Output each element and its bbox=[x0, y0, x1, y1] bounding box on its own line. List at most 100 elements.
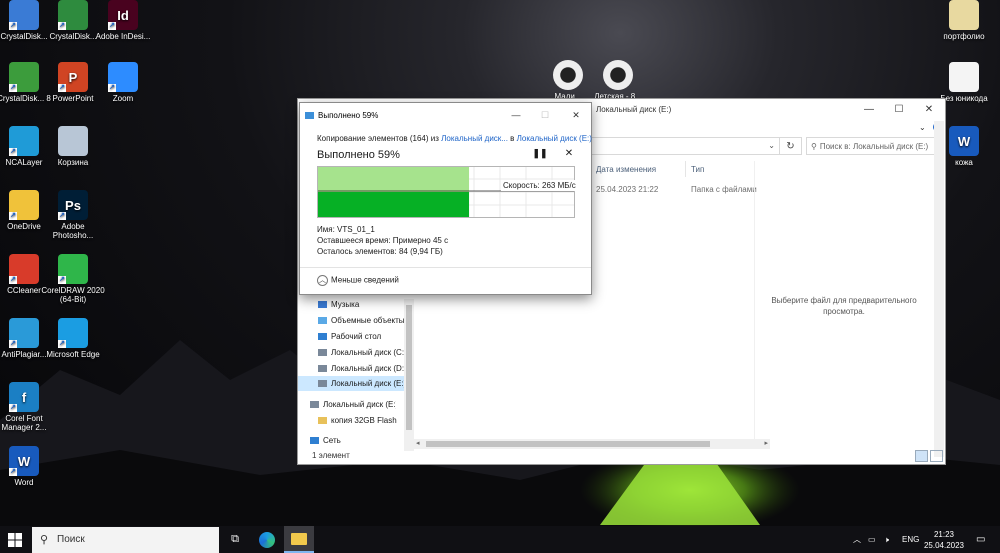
desktop-shortcut[interactable]: ↗ CorelDRAW 2020 (64-Bit) bbox=[41, 254, 105, 304]
spreadsheet-icon: ↗ bbox=[58, 0, 88, 30]
items-remaining-text: Осталось элементов: 84 (9,94 ГБ) bbox=[317, 247, 443, 256]
shortcut-arrow-icon: ↗ bbox=[58, 340, 66, 348]
desktop-shortcut[interactable]: W ↗ Word bbox=[0, 446, 56, 487]
nav-scrollbar[interactable] bbox=[404, 299, 414, 451]
desktop-shortcut-label: Adobe InDesi... bbox=[95, 32, 151, 41]
preview-pane-message: Выберите файл для предварительного просм… bbox=[771, 296, 917, 316]
clock-date: 25.04.2023 bbox=[923, 541, 965, 550]
pause-button[interactable]: ❚❚ bbox=[532, 148, 548, 162]
dialog-close-button[interactable]: ✕ bbox=[565, 107, 587, 123]
desktop-shortcut-label: Zoom bbox=[112, 94, 134, 103]
music-icon bbox=[318, 301, 327, 309]
nav-item[interactable]: Локальный диск (E:) bbox=[298, 376, 404, 391]
dialog-minimize-button[interactable]: — bbox=[505, 107, 527, 123]
desktop-shortcut[interactable]: ↗ Microsoft Edge bbox=[41, 318, 105, 359]
drive-icon bbox=[318, 349, 327, 357]
nav-item[interactable]: Рабочий стол bbox=[298, 329, 404, 344]
dialog-title: Выполнено 59% bbox=[318, 111, 379, 120]
column-separator[interactable] bbox=[685, 161, 686, 177]
onedrive-icon: ↗ bbox=[9, 190, 39, 220]
shortcut-arrow-icon: ↗ bbox=[58, 84, 66, 92]
address-bar[interactable]: ⌄ bbox=[588, 137, 780, 155]
shortcut-arrow-icon: ↗ bbox=[9, 84, 17, 92]
scroll-left-icon[interactable]: ◂ bbox=[416, 439, 420, 447]
desktop-shortcut[interactable]: Корзина bbox=[41, 126, 105, 167]
taskbar-search-placeholder: Поиск bbox=[57, 534, 85, 545]
desktop-shortcut[interactable]: f ↗ Corel Font Manager 2... bbox=[0, 382, 56, 432]
language-indicator[interactable]: ENG bbox=[902, 526, 919, 553]
copy-progress-dialog[interactable]: Выполнено 59% — ☐ ✕ Копирование элементо… bbox=[299, 102, 592, 295]
network-icon bbox=[310, 437, 319, 445]
edge-taskbar-icon[interactable] bbox=[252, 526, 282, 553]
nav-item-label: Локальный диск (C:) bbox=[331, 348, 404, 357]
nav-item-label: Локальный диск (E:) bbox=[331, 379, 404, 388]
desktop-shortcut[interactable]: портфолио bbox=[932, 0, 996, 41]
shortcut-arrow-icon: ↗ bbox=[9, 212, 17, 220]
minimize-button[interactable]: — bbox=[854, 99, 884, 121]
shortcut-arrow-icon: ↗ bbox=[108, 22, 116, 30]
nav-item[interactable]: Объемные объекты bbox=[298, 313, 404, 328]
shortcut-arrow-icon: ↗ bbox=[9, 468, 17, 476]
tray-chevron-icon[interactable]: ︿ bbox=[853, 526, 861, 553]
close-button[interactable]: ✕ bbox=[914, 99, 944, 121]
desktop-shortcut-label: CorelDRAW 2020 (64-Bit) bbox=[41, 286, 105, 304]
ccleaner-icon: ↗ bbox=[9, 254, 39, 284]
dialog-separator bbox=[300, 267, 591, 268]
desktop-shortcut[interactable]: ↗ Zoom bbox=[91, 62, 155, 103]
task-view-icon[interactable]: ⧉ bbox=[220, 526, 250, 553]
search-input[interactable]: ⚲ Поиск в: Локальный диск (E:) bbox=[806, 137, 942, 155]
desktop-shortcut-label: портфолио bbox=[943, 32, 985, 41]
ribbon-expand-icon[interactable]: ⌄ bbox=[919, 123, 926, 132]
zoom-icon: ↗ bbox=[108, 62, 138, 92]
file-name-text: Имя: VTS_01_1 bbox=[317, 225, 375, 234]
file-explorer-taskbar-icon[interactable] bbox=[284, 526, 314, 553]
folder-document-icon bbox=[949, 0, 979, 30]
windows-logo-icon bbox=[8, 532, 22, 547]
system-clock[interactable]: 21:23 25.04.2023 bbox=[922, 529, 966, 551]
refresh-button[interactable]: ↻ bbox=[780, 137, 802, 155]
desktop-shortcut[interactable]: Без юникода bbox=[932, 62, 996, 103]
clock-time: 21:23 bbox=[933, 530, 955, 539]
copy-prefix: Копирование элементов (164) из bbox=[317, 134, 442, 143]
details-view-button[interactable] bbox=[915, 450, 928, 462]
horizontal-scrollbar[interactable]: ◂ ▸ bbox=[414, 439, 770, 449]
preview-scrollbar[interactable] bbox=[934, 121, 944, 457]
desktop-shortcut[interactable]: Id ↗ Adobe InDesi... bbox=[91, 0, 155, 41]
horizontal-scrollbar-thumb[interactable] bbox=[426, 441, 710, 447]
network-icon[interactable]: ▭ bbox=[868, 526, 876, 553]
search-icon: ⚲ bbox=[811, 142, 817, 151]
desktop-shortcut[interactable]: Детская - 8... bbox=[586, 60, 650, 101]
desktop-shortcut-label: Корзина bbox=[57, 158, 89, 167]
speed-graph-svg bbox=[318, 167, 574, 217]
less-details-button[interactable]: ︿ Меньше сведений bbox=[317, 275, 399, 286]
row-date-cell[interactable]: 25.04.2023 21:22 bbox=[596, 185, 658, 194]
nav-item[interactable]: копия 32GB Flash bbox=[298, 413, 404, 428]
scroll-right-icon[interactable]: ▸ bbox=[764, 439, 768, 447]
volume-icon[interactable]: 🕨 bbox=[884, 526, 889, 553]
notifications-icon[interactable]: ▭ bbox=[976, 526, 985, 553]
start-button[interactable] bbox=[0, 526, 30, 553]
large-icons-view-button[interactable] bbox=[930, 450, 943, 462]
desktop-shortcut[interactable]: Ps ↗ Adobe Photosho... bbox=[41, 190, 105, 240]
maximize-button[interactable]: ☐ bbox=[884, 99, 914, 121]
column-header-type[interactable]: Тип bbox=[691, 165, 704, 174]
nav-item[interactable]: Локальный диск (D:) bbox=[298, 361, 404, 376]
nav-item[interactable]: Сеть bbox=[290, 433, 396, 448]
cancel-copy-button[interactable]: ✕ bbox=[562, 148, 576, 162]
column-header-date[interactable]: Дата изменения bbox=[596, 165, 656, 174]
nav-scrollbar-thumb[interactable] bbox=[406, 305, 412, 430]
shortcut-arrow-icon: ↗ bbox=[9, 148, 17, 156]
nav-item-label: Локальный диск (D:) bbox=[331, 364, 404, 373]
nav-item[interactable]: Локальный диск (C:) bbox=[298, 345, 404, 360]
speed-label: Скорость: 263 МБ/с bbox=[501, 180, 578, 191]
search-placeholder: Поиск в: Локальный диск (E:) bbox=[819, 142, 929, 151]
nav-item[interactable]: Локальный диск (E:) bbox=[290, 397, 396, 412]
destination-link[interactable]: Локальный диск (E:) bbox=[517, 134, 592, 143]
source-link[interactable]: Локальный диск... bbox=[441, 134, 508, 143]
nav-item[interactable]: Музыка bbox=[298, 297, 404, 312]
taskbar-search-input[interactable]: ⚲ Поиск bbox=[32, 527, 219, 553]
coreldraw-icon: ↗ bbox=[58, 254, 88, 284]
address-dropdown-icon[interactable]: ⌄ bbox=[768, 141, 775, 150]
crystaldisk-icon: ↗ bbox=[9, 0, 39, 30]
row-type-cell[interactable]: Папка с файлами bbox=[691, 185, 757, 194]
